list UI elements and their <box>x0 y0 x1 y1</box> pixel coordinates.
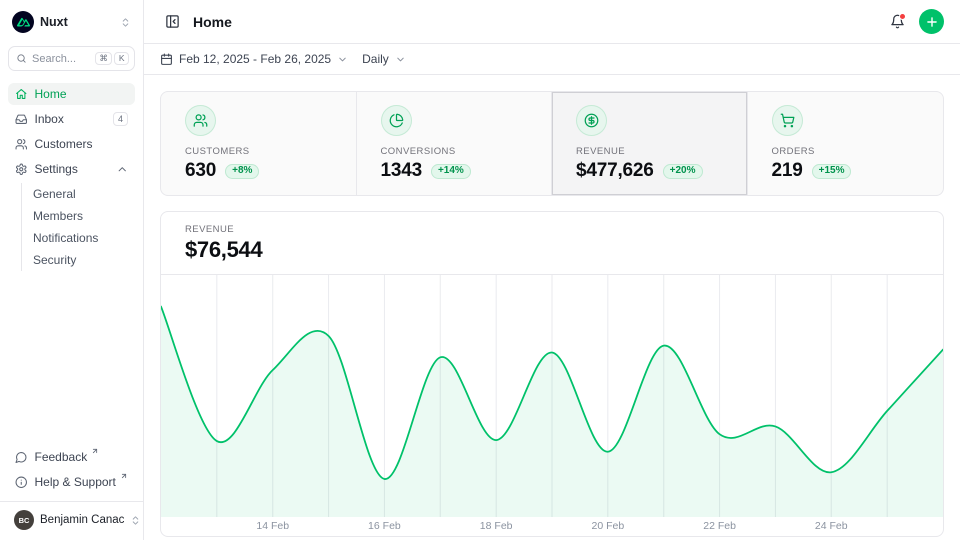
search-input[interactable]: ⌘ K <box>8 46 135 71</box>
stat-label: CUSTOMERS <box>185 146 332 157</box>
circle-dollar-icon <box>576 105 607 136</box>
stat-value: $477,626 <box>576 160 654 182</box>
add-button[interactable] <box>919 9 944 34</box>
stat-delta-badge: +8% <box>225 164 259 179</box>
info-icon <box>15 476 28 489</box>
notification-dot <box>899 13 906 20</box>
workspace-switcher[interactable]: Nuxt <box>8 8 135 36</box>
stat-label: CONVERSIONS <box>381 146 528 157</box>
stat-conversions[interactable]: CONVERSIONS 1343 +14% <box>357 92 553 195</box>
workspace-name: Nuxt <box>40 15 68 29</box>
plus-icon <box>925 15 939 29</box>
sidebar-item-notifications[interactable]: Notifications <box>33 227 135 249</box>
sidebar-item-label: Settings <box>35 162 78 176</box>
stat-value: 219 <box>772 160 803 182</box>
main-area: Home Feb 12, 2025 - Feb 26, 2025 Daily <box>144 0 960 540</box>
chevron-down-icon <box>337 54 348 65</box>
x-tick-label: 16 Feb <box>368 520 401 532</box>
x-tick-label: 24 Feb <box>815 520 848 532</box>
arrow-up-right-icon <box>120 472 128 482</box>
date-range-value: Feb 12, 2025 - Feb 26, 2025 <box>179 52 331 66</box>
x-tick-label: 22 Feb <box>703 520 736 532</box>
stat-delta-badge: +15% <box>812 164 852 179</box>
topbar-actions <box>885 9 944 34</box>
revenue-chart-card: REVENUE $76,544 14 Feb 16 Feb 18 Feb 20 … <box>160 211 944 537</box>
chart-pie-icon <box>381 105 412 136</box>
user-menu[interactable]: BC Benjamin Canac <box>8 502 135 532</box>
sidebar-item-label: Home <box>35 87 67 101</box>
granularity-select[interactable]: Daily <box>362 52 406 66</box>
stat-label: ORDERS <box>772 146 920 157</box>
chart-x-axis: 14 Feb 16 Feb 18 Feb 20 Feb 22 Feb 24 Fe… <box>161 517 943 536</box>
stat-revenue[interactable]: REVENUE $477,626 +20% <box>552 92 748 195</box>
chart-plot-area[interactable] <box>161 275 943 517</box>
message-circle-icon <box>15 451 28 464</box>
x-tick-label: 18 Feb <box>480 520 513 532</box>
users-icon <box>185 105 216 136</box>
shopping-cart-icon <box>772 105 803 136</box>
x-tick-label: 20 Feb <box>591 520 624 532</box>
search-field[interactable] <box>32 53 84 65</box>
app-root: Nuxt ⌘ K Home Inbox 4 <box>0 0 960 540</box>
x-tick-label: 14 Feb <box>256 520 289 532</box>
search-icon <box>16 53 27 64</box>
stat-delta-badge: +14% <box>431 164 471 179</box>
sidebar-spacer <box>8 271 135 446</box>
chevrons-up-down-icon <box>120 17 131 28</box>
revenue-chart-svg <box>161 275 943 517</box>
stat-customers[interactable]: CUSTOMERS 630 +8% <box>161 92 357 195</box>
user-name: Benjamin Canac <box>40 514 124 526</box>
users-icon <box>15 138 28 151</box>
sidebar-item-members[interactable]: Members <box>33 205 135 227</box>
chart-metric-value: $76,544 <box>185 237 919 263</box>
stat-label: REVENUE <box>576 146 723 157</box>
stat-orders[interactable]: ORDERS 219 +15% <box>748 92 944 195</box>
gear-icon <box>15 163 28 176</box>
inbox-count-badge: 4 <box>113 112 128 126</box>
chart-header: REVENUE $76,544 <box>161 212 943 275</box>
sidebar: Nuxt ⌘ K Home Inbox 4 <box>0 0 144 540</box>
sidebar-item-feedback[interactable]: Feedback <box>8 446 135 468</box>
sidebar-item-security[interactable]: Security <box>33 249 135 271</box>
sidebar-item-general[interactable]: General <box>33 183 135 205</box>
stats-row: CUSTOMERS 630 +8% CONVERSIONS 1343 +14% <box>160 91 944 196</box>
chevron-up-icon <box>116 163 129 176</box>
sidebar-item-label: Customers <box>35 137 93 151</box>
sidebar-footer-nav: Feedback Help & Support <box>8 446 135 493</box>
filter-toolbar: Feb 12, 2025 - Feb 26, 2025 Daily <box>144 44 960 75</box>
collapse-sidebar-button[interactable] <box>160 10 184 34</box>
search-shortcut: ⌘ K <box>95 52 129 66</box>
sidebar-item-home[interactable]: Home <box>8 83 135 105</box>
settings-subnav: General Members Notifications Security <box>21 183 135 271</box>
page-title: Home <box>193 14 232 30</box>
inbox-icon <box>15 113 28 126</box>
nuxt-logo-icon <box>12 11 34 33</box>
sidebar-item-label: Help & Support <box>35 475 116 489</box>
top-bar: Home <box>144 0 960 44</box>
arrow-up-right-icon <box>91 447 99 457</box>
sidebar-item-customers[interactable]: Customers <box>8 133 135 155</box>
panel-left-close-icon <box>165 14 180 29</box>
kbd-cmd: ⌘ <box>95 52 113 66</box>
house-icon <box>15 88 28 101</box>
content: CUSTOMERS 630 +8% CONVERSIONS 1343 +14% <box>144 75 960 540</box>
stat-value: 1343 <box>381 160 422 182</box>
notifications-button[interactable] <box>885 10 909 34</box>
sidebar-item-help-support[interactable]: Help & Support <box>8 471 135 493</box>
avatar: BC <box>14 510 34 530</box>
sidebar-nav: Home Inbox 4 Customers Settings General <box>8 83 135 271</box>
chevron-down-icon <box>395 54 406 65</box>
sidebar-item-label: Inbox <box>35 112 64 126</box>
chart-metric-label: REVENUE <box>185 224 919 235</box>
date-range-picker[interactable]: Feb 12, 2025 - Feb 26, 2025 <box>160 52 348 66</box>
chevrons-up-down-icon <box>130 515 141 526</box>
granularity-value: Daily <box>362 52 389 66</box>
stat-value: 630 <box>185 160 216 182</box>
sidebar-item-settings[interactable]: Settings <box>8 158 135 180</box>
kbd-k: K <box>114 52 129 66</box>
calendar-icon <box>160 53 173 66</box>
stat-delta-badge: +20% <box>663 164 703 179</box>
sidebar-item-inbox[interactable]: Inbox 4 <box>8 108 135 130</box>
sidebar-item-label: Feedback <box>35 450 88 464</box>
